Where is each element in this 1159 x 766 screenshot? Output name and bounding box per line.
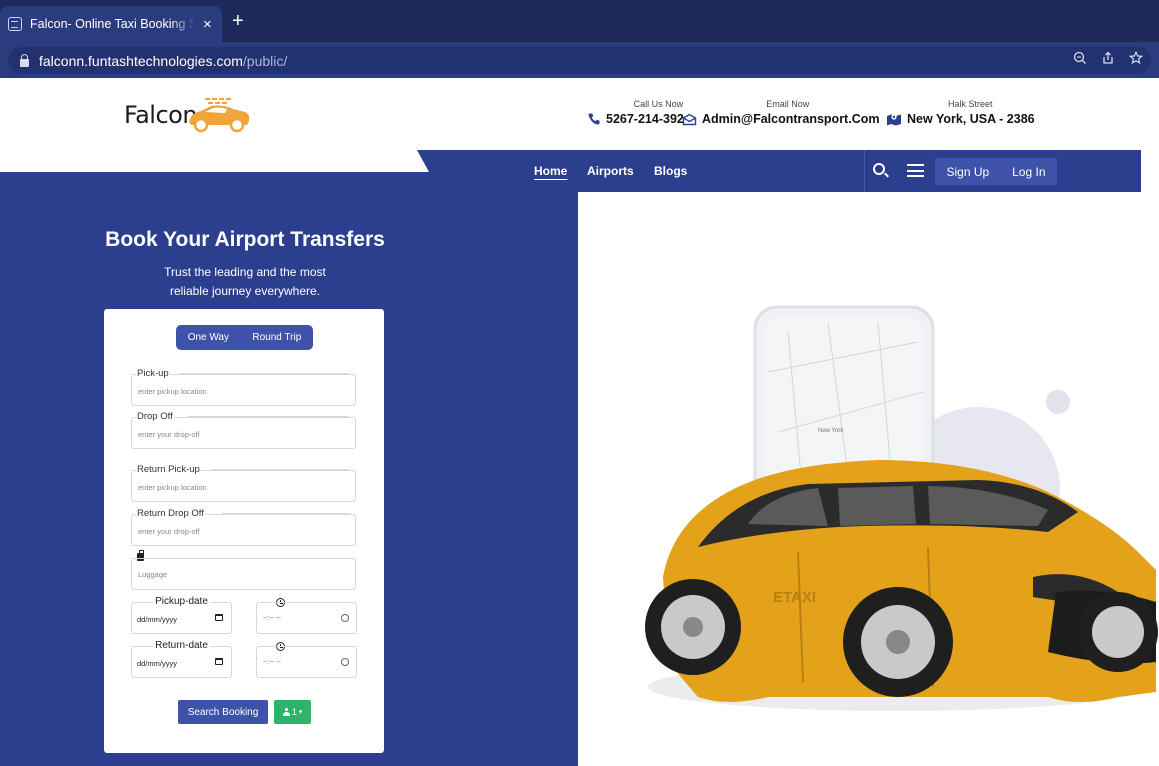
contact-address-value: New York, USA - 2386 [907,112,1035,126]
browser-address-bar: falconn.funtashtechnologies.com/public/ [0,42,1159,78]
contact-address: Halk Street New York, USA - 2386 [886,99,1035,126]
envelope-icon [682,113,697,125]
return-date-label: Return-date [153,640,210,651]
pickup-placeholder: enter pickup location [138,387,207,396]
map-city-label: New York [818,428,844,434]
contact-phone: Call Us Now 5267-214-392 [587,99,684,126]
calendar-icon[interactable] [215,614,223,621]
contact-phone-value[interactable]: 5267-214-392 [606,112,684,126]
tab-title: Falcon- Online Taxi Booking Se [30,17,195,31]
time-picker-icon[interactable] [341,614,349,622]
nav-link-blogs[interactable]: Blogs [654,164,687,178]
return-date-input[interactable]: Return-date dd/mm/yyyy [131,640,232,678]
log-in-button[interactable]: Log In [1012,165,1045,179]
new-tab-icon[interactable]: + [232,11,244,31]
luggage-placeholder: Luggage [138,570,168,579]
hero-subtitle-line-2: reliable journey everywhere. [169,284,321,298]
car-door-text: ETAXI [773,589,816,606]
return-pickup-field[interactable]: Return Pick-up enter pickup location [131,464,356,502]
return-pickup-placeholder: enter pickup location [138,483,207,492]
contact-email-label: Email Now [766,99,810,109]
tab-close-icon[interactable]: × [203,16,212,33]
pickup-label: Pick-up [136,368,170,379]
pickup-date-label: Pickup-date [153,596,210,607]
hero-subtitle-line-1: Trust the leading and the most [164,265,326,279]
round-trip-option[interactable]: Round Trip [252,332,301,343]
search-booking-button[interactable]: Search Booking [178,700,268,724]
one-way-option[interactable]: One Way [188,332,229,343]
return-dropoff-label: Return Drop Off [136,508,205,519]
user-icon [282,708,290,716]
contact-address-label: Halk Street [948,99,993,109]
dropoff-label: Drop Off [136,411,174,422]
calendar-icon[interactable] [215,658,223,665]
passenger-count-dropdown[interactable]: 1 ▾ [274,700,311,724]
phone-icon [588,113,600,125]
pickup-date-input[interactable]: Pickup-date dd/mm/yyyy [131,596,232,634]
search-icon[interactable] [873,163,885,175]
hero-subtitle: Trust the leading and the most reliable … [0,263,490,301]
taxi-illustration: New York ETAXI [645,305,1158,711]
dropoff-placeholder: enter your drop-off [138,430,200,439]
auth-buttons: Sign Up Log In [935,158,1057,185]
contact-email-value[interactable]: Admin@Falcontransport.Com [702,112,879,126]
pickup-date-value: dd/mm/yyyy [137,615,178,624]
return-date-value: dd/mm/yyyy [137,659,178,668]
favicon-icon [8,17,22,31]
nav-link-airports[interactable]: Airports [587,164,634,178]
share-icon[interactable] [1101,51,1115,65]
pickup-time-input[interactable]: --:-- -- [256,602,357,634]
dropoff-field[interactable]: Drop Off enter your drop-off [131,411,356,449]
return-pickup-label: Return Pick-up [136,464,201,475]
passenger-count: 1 [291,707,297,717]
booking-form: One Way Round Trip Pick-up enter pickup … [104,309,384,753]
return-time-value: --:-- -- [263,659,281,666]
luggage-field[interactable]: Luggage [131,558,356,590]
taxi-logo-icon [189,98,250,133]
contact-phone-label: Call Us Now [633,99,684,109]
pickup-field[interactable]: Pick-up enter pickup location [131,368,356,406]
nav-link-home[interactable]: Home [534,164,567,178]
return-dropoff-placeholder: enter your drop-off [138,527,200,536]
hamburger-menu-icon[interactable] [907,164,924,177]
sign-up-button[interactable]: Sign Up [946,165,989,179]
hero-title: Book Your Airport Transfers [105,228,385,251]
lock-icon[interactable] [20,53,29,67]
caret-down-icon: ▾ [298,709,303,716]
contact-email: Email Now Admin@Falcontransport.Com [682,99,879,126]
map-icon [887,114,901,126]
url-host: falconn.funtashtechnologies.com [39,52,243,69]
time-picker-icon[interactable] [341,658,349,666]
trip-type-toggle: One Way Round Trip [176,325,313,350]
pickup-time-value: --:-- -- [263,615,281,622]
browser-tab-bar: Falcon- Online Taxi Booking Se × + [0,0,1159,42]
falcon-logo[interactable]: Falcon [124,96,251,134]
url-path: /public/ [242,52,288,69]
site-header: Falcon Call Us Now 5267-214-392 Email No… [0,78,1159,152]
browser-tab[interactable]: Falcon- Online Taxi Booking Se × [0,6,222,42]
zoom-icon[interactable] [1073,51,1087,65]
return-time-input[interactable]: --:-- -- [256,646,357,678]
url-field[interactable]: falconn.funtashtechnologies.com/public/ [8,47,1151,74]
bookmark-star-icon[interactable] [1129,51,1143,65]
return-dropoff-field[interactable]: Return Drop Off enter your drop-off [131,508,356,546]
